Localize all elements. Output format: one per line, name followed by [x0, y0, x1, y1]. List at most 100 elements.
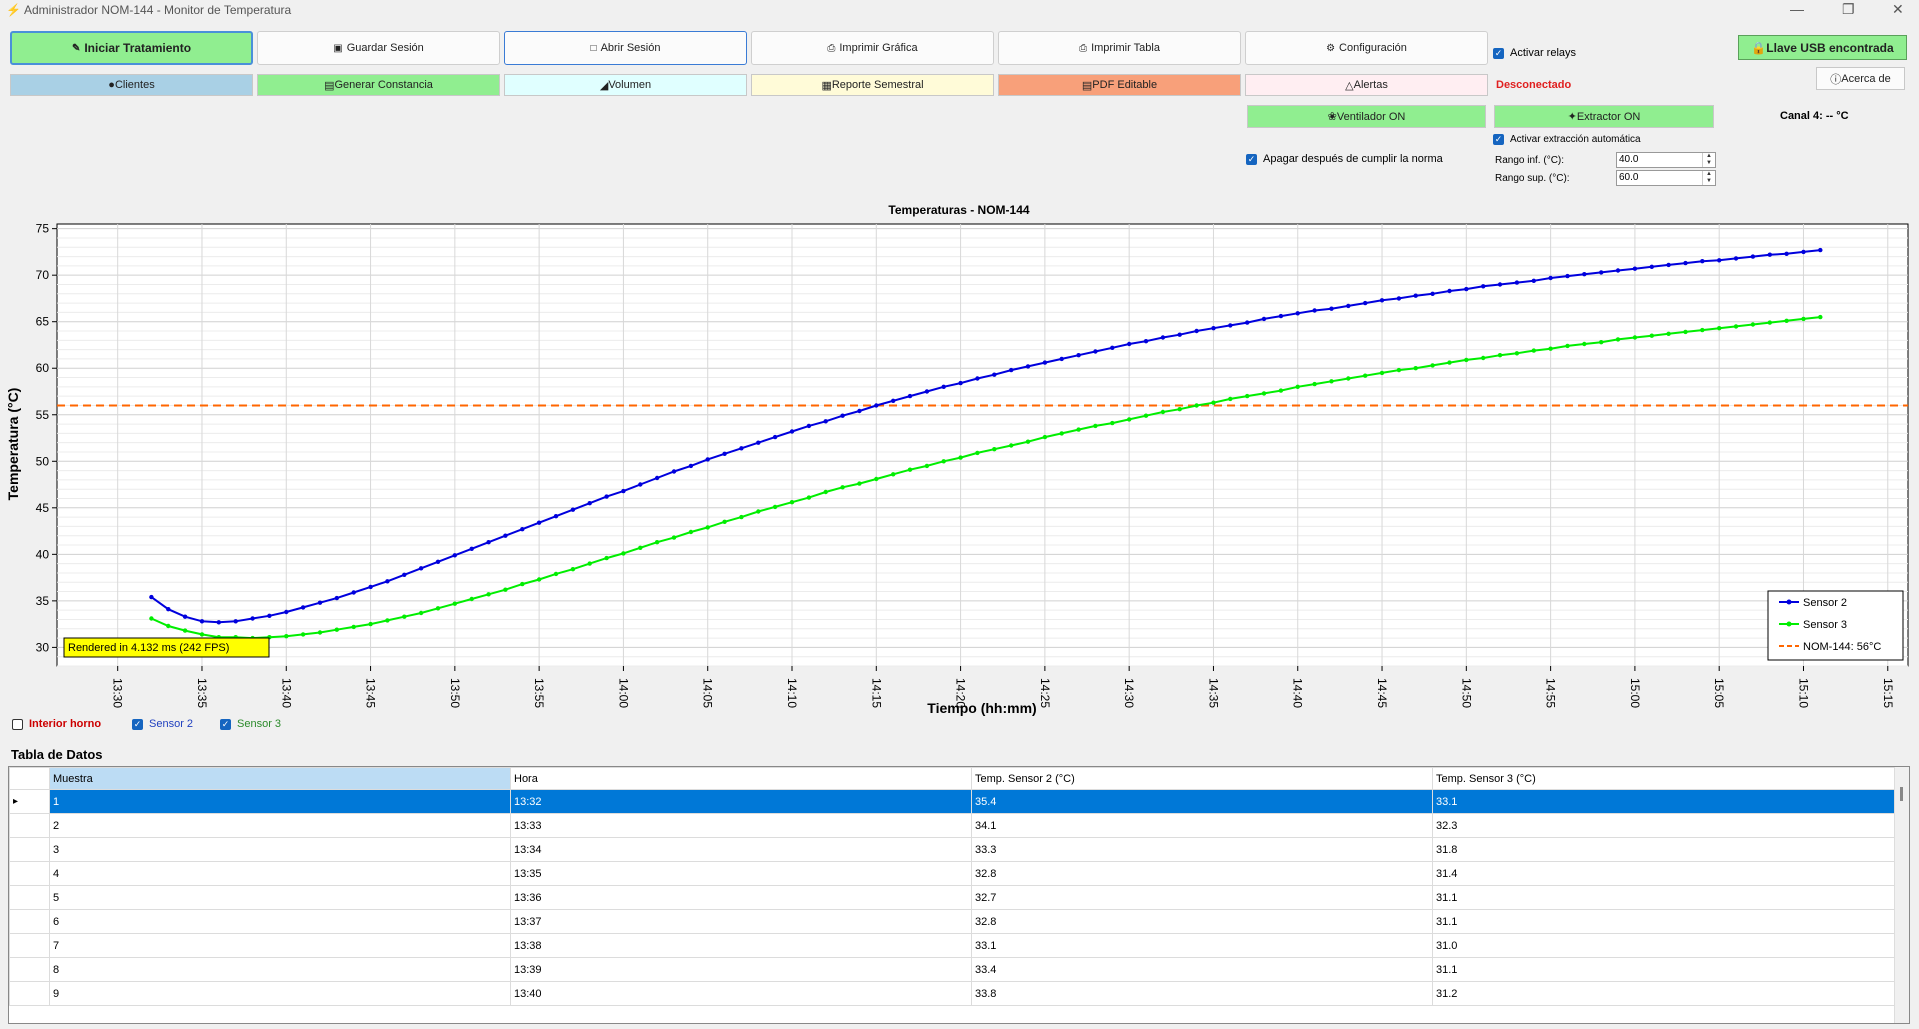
row-header[interactable] — [9, 837, 50, 862]
table-cell[interactable]: 13:32 — [510, 789, 972, 814]
editable-pdf-button[interactable]: ▤ PDF Editable — [998, 74, 1241, 96]
toggle-interior-horno[interactable]: Interior horno — [12, 718, 101, 730]
table-cell[interactable]: 13:35 — [510, 861, 972, 886]
table-cell[interactable]: 6 — [49, 909, 511, 934]
data-point — [1177, 407, 1182, 412]
data-grid[interactable]: Muestra Hora Temp. Sensor 2 (°C) Temp. S… — [8, 766, 1910, 1024]
table-cell[interactable]: 31.1 — [1432, 957, 1895, 982]
table-cell[interactable]: 1 — [49, 789, 511, 814]
spinner-arrows-icon[interactable]: ▲ ▼ — [1702, 153, 1715, 167]
data-point — [1346, 303, 1351, 309]
row-header[interactable]: ▸ — [9, 789, 50, 814]
data-point — [216, 620, 221, 625]
table-cell[interactable]: 32.8 — [971, 909, 1433, 934]
table-cell[interactable]: 5 — [49, 885, 511, 910]
table-cell[interactable]: 33.4 — [971, 957, 1433, 982]
table-cell[interactable]: 4 — [49, 861, 511, 886]
column-header-temp-sensor-2[interactable]: Temp. Sensor 2 (°C) — [971, 767, 1433, 790]
column-header-muestra[interactable]: Muestra — [49, 767, 511, 790]
table-cell[interactable]: 3 — [49, 837, 511, 862]
pencil-icon: ✎ — [71, 42, 81, 54]
table-cell[interactable]: 13:40 — [510, 981, 972, 1006]
data-point — [1312, 381, 1317, 387]
alerts-button[interactable]: △ Alertas — [1245, 74, 1488, 96]
extractor-toggle-button[interactable]: ✦ Extractor ON — [1494, 105, 1714, 128]
table-cell[interactable]: 32.8 — [971, 861, 1433, 886]
table-row[interactable]: 4 13:35 32.8 31.4 — [9, 861, 1895, 886]
row-header[interactable] — [9, 909, 50, 934]
table-cell[interactable]: 33.8 — [971, 981, 1433, 1006]
table-cell[interactable]: 31.2 — [1432, 981, 1895, 1006]
table-cell[interactable]: 13:36 — [510, 885, 972, 910]
about-button[interactable]: ⓘ Acerca de — [1816, 67, 1905, 90]
turn-off-after-norm-checkbox[interactable]: ✓ Apagar después de cumplir la norma — [1246, 153, 1443, 165]
row-header[interactable] — [9, 957, 50, 982]
activate-relays-checkbox[interactable]: ✓ Activar relays — [1493, 47, 1576, 59]
table-cell[interactable]: 35.4 — [971, 789, 1433, 814]
row-header[interactable] — [9, 813, 50, 838]
start-treatment-button[interactable]: ✎ Iniciar Tratamiento — [10, 31, 253, 65]
auto-extraction-checkbox[interactable]: ✓ Activar extracción automática — [1493, 134, 1641, 145]
open-session-button[interactable]: □ Abrir Sesión — [504, 31, 747, 65]
table-cell[interactable]: 31.8 — [1432, 837, 1895, 862]
table-row[interactable]: ▸ 1 13:32 35.4 33.1 — [9, 789, 1895, 814]
row-header[interactable] — [9, 885, 50, 910]
save-session-button[interactable]: ▣ Guardar Sesión — [257, 31, 500, 65]
clients-button[interactable]: ● Clientes — [10, 74, 253, 96]
column-header-temp-sensor-3[interactable]: Temp. Sensor 3 (°C) — [1432, 767, 1895, 790]
table-row[interactable]: 5 13:36 32.7 31.1 — [9, 885, 1895, 910]
range-min-input[interactable]: 40.0 ▲ ▼ — [1616, 152, 1716, 168]
table-row[interactable]: 6 13:37 32.8 31.1 — [9, 909, 1895, 934]
table-cell[interactable]: 31.1 — [1432, 909, 1895, 934]
generate-certificate-button[interactable]: ▤ Generar Constancia — [257, 74, 500, 96]
range-max-input[interactable]: 60.0 ▲ ▼ — [1616, 170, 1716, 186]
table-cell[interactable]: 13:34 — [510, 837, 972, 862]
semester-report-button[interactable]: ▦ Reporte Semestral — [751, 74, 994, 96]
save-icon: ▣ — [333, 42, 343, 54]
column-header-hora[interactable]: Hora — [510, 767, 972, 790]
table-cell[interactable]: 9 — [49, 981, 511, 1006]
table-cell[interactable]: 33.1 — [971, 933, 1433, 958]
toggle-sensor-2[interactable]: ✓ Sensor 2 — [132, 718, 193, 730]
table-row[interactable]: 2 13:33 34.1 32.3 — [9, 813, 1895, 838]
table-row[interactable]: 3 13:34 33.3 31.8 — [9, 837, 1895, 862]
table-row[interactable]: 7 13:38 33.1 31.0 — [9, 933, 1895, 958]
table-scrollbar[interactable] — [1894, 767, 1909, 1023]
spinner-arrows-icon[interactable]: ▲ ▼ — [1702, 171, 1715, 185]
temperature-chart[interactable]: Temperaturas - NOM-144 30 35 40 45 50 55 60 65 7… — [0, 195, 1919, 735]
table-cell[interactable]: 31.1 — [1432, 885, 1895, 910]
table-cell[interactable]: 31.0 — [1432, 933, 1895, 958]
restore-icon[interactable]: ❐ — [1842, 1, 1855, 18]
table-cell[interactable]: 2 — [49, 813, 511, 838]
print-table-button[interactable]: ⎙ Imprimir Tabla — [998, 31, 1241, 65]
data-point — [840, 485, 845, 490]
table-cell[interactable]: 13:38 — [510, 933, 972, 958]
table-cell[interactable]: 32.7 — [971, 885, 1433, 910]
table-cell[interactable]: 8 — [49, 957, 511, 982]
data-point — [1245, 393, 1250, 399]
fan-toggle-button[interactable]: ❀ Ventilador ON — [1247, 105, 1486, 128]
settings-button[interactable]: ⚙ Configuración — [1245, 31, 1488, 65]
scrollbar-thumb[interactable] — [1900, 787, 1903, 801]
row-header[interactable] — [9, 933, 50, 958]
table-cell[interactable]: 33.3 — [971, 837, 1433, 862]
table-cell[interactable]: 13:33 — [510, 813, 972, 838]
close-icon[interactable]: ✕ — [1892, 1, 1904, 18]
table-cell[interactable]: 31.4 — [1432, 861, 1895, 886]
table-cell[interactable]: 33.1 — [1432, 789, 1895, 814]
table-row[interactable]: 9 13:40 33.8 31.2 — [9, 981, 1895, 1006]
table-cell[interactable]: 32.3 — [1432, 813, 1895, 838]
row-header[interactable] — [9, 981, 50, 1006]
legend-sensor-3: Sensor 3 — [1803, 619, 1847, 631]
table-row[interactable]: 8 13:39 33.4 31.1 — [9, 957, 1895, 982]
print-chart-button[interactable]: ⎙ Imprimir Gráfica — [751, 31, 994, 65]
table-cell[interactable]: 34.1 — [971, 813, 1433, 838]
minimize-icon[interactable]: — — [1790, 1, 1804, 17]
row-header[interactable] — [9, 861, 50, 886]
table-cell[interactable]: 13:37 — [510, 909, 972, 934]
toggle-sensor-3[interactable]: ✓ Sensor 3 — [220, 718, 281, 730]
data-point — [857, 481, 862, 486]
volume-button[interactable]: ◢ Volumen — [504, 74, 747, 96]
table-cell[interactable]: 7 — [49, 933, 511, 958]
table-cell[interactable]: 13:39 — [510, 957, 972, 982]
